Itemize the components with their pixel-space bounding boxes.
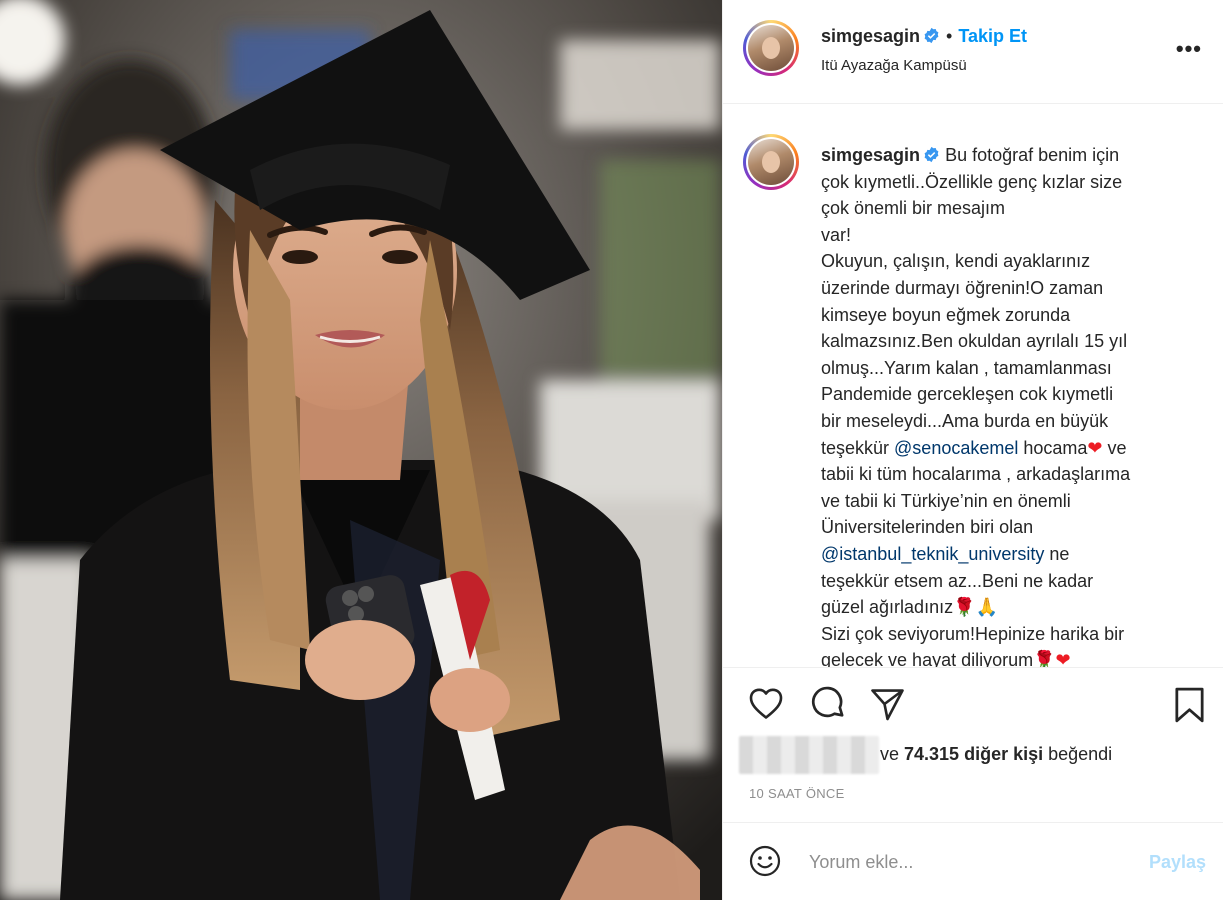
likes-summary[interactable]: ve 74.315 diğer kişi beğendi	[880, 744, 1112, 765]
caption-avatar[interactable]	[743, 134, 799, 190]
heart-emoji: ❤	[1055, 650, 1071, 667]
location-link[interactable]: Itü Ayazağa Kampüsü	[821, 57, 967, 74]
header-username[interactable]: simgesagin	[821, 26, 920, 46]
post-comment-button[interactable]: Paylaş	[1149, 852, 1206, 873]
mention-link[interactable]: @istanbul_teknik_university	[821, 544, 1044, 564]
header-line: simgesagin • Takip Et	[821, 26, 1027, 47]
like-icon[interactable]	[747, 686, 785, 722]
save-icon[interactable]	[1172, 686, 1207, 724]
likes-count[interactable]: 74.315 diğer kişi	[904, 744, 1043, 764]
avatar-image	[748, 25, 794, 71]
verified-icon	[924, 27, 939, 44]
share-icon[interactable]	[869, 686, 906, 722]
caption-body-2: hocama	[1018, 437, 1088, 458]
comment-input[interactable]	[809, 847, 1109, 877]
comment-icon[interactable]	[809, 686, 846, 723]
post-header: simgesagin • Takip Et Itü Ayazağa Kampüsü …	[723, 0, 1223, 104]
post-details-panel: simgesagin • Takip Et Itü Ayazağa Kampüsü …	[722, 0, 1223, 900]
liked-by-users-blurred[interactable]	[739, 736, 879, 774]
heart-emoji: ❤	[1087, 437, 1103, 458]
caption-body-1: Bu fotoğraf benim için çok kıymetli..Öze…	[821, 145, 1128, 458]
likes-suffix: beğendi	[1043, 744, 1113, 764]
post-photo[interactable]	[0, 0, 722, 900]
comment-box: Paylaş	[723, 822, 1223, 900]
follow-button[interactable]: Takip Et	[958, 26, 1027, 46]
separator-dot: •	[946, 26, 953, 46]
caption-username[interactable]: simgesagin	[821, 145, 920, 165]
actions-section: ve 74.315 diğer kişi beğendi 10 SAAT ÖNC…	[723, 667, 1223, 822]
caption-text: simgesagin Bu fotoğraf benim için çok kı…	[821, 142, 1201, 667]
avatar-image	[748, 139, 794, 185]
caption-area: simgesagin Bu fotoğraf benim için çok kı…	[723, 104, 1223, 667]
avatar[interactable]	[743, 20, 799, 76]
post-timestamp[interactable]: 10 SAAT ÖNCE	[749, 786, 845, 801]
emoji-icon[interactable]	[749, 845, 781, 877]
more-options-button[interactable]: •••	[1176, 36, 1202, 62]
verified-icon	[924, 146, 939, 163]
mention-link[interactable]: @senocakemel	[894, 438, 1018, 458]
graduation-photo	[0, 0, 722, 900]
likes-prefix: ve	[880, 744, 905, 764]
